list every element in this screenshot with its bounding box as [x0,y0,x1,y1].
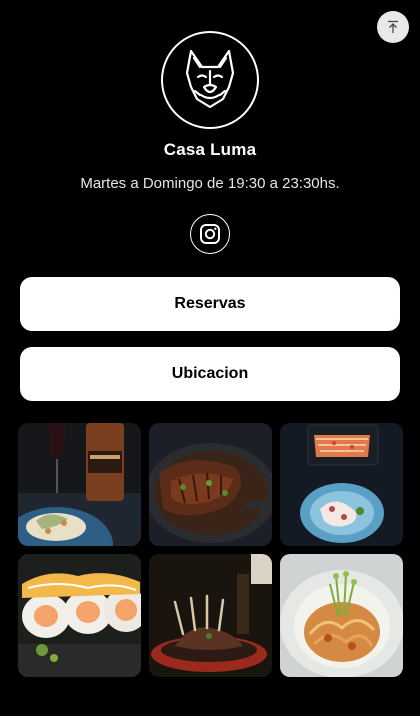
ubicacion-button[interactable]: Ubicacion [20,347,400,401]
instagram-link[interactable] [190,214,230,254]
arrow-up-to-line-icon [388,20,398,33]
grilled-ribs-image [149,423,272,546]
sushi-rolls-image [18,554,141,677]
lamb-rack-image [149,554,272,677]
sashimi-platter-photo[interactable] [280,423,403,546]
instagram-icon [200,224,220,244]
noodle-bowl-image [280,554,403,677]
restaurant-logo [161,31,259,129]
grilled-ribs-photo[interactable] [149,423,272,546]
restaurant-name: Casa Luma [163,140,257,159]
french-bulldog-logo [185,49,235,109]
noodle-bowl-photo[interactable] [280,554,403,677]
scroll-to-top-button[interactable] [377,11,409,43]
opening-hours: Martes a Domingo de 19:30 a 23:30hs. [80,175,340,192]
wine-and-dish-image [18,423,141,546]
sashimi-platter-image [280,423,403,546]
reservas-button[interactable]: Reservas [20,277,400,331]
wine-and-dish-photo[interactable] [18,423,141,546]
lamb-rack-photo[interactable] [149,554,272,677]
sushi-rolls-photo[interactable] [18,554,141,677]
